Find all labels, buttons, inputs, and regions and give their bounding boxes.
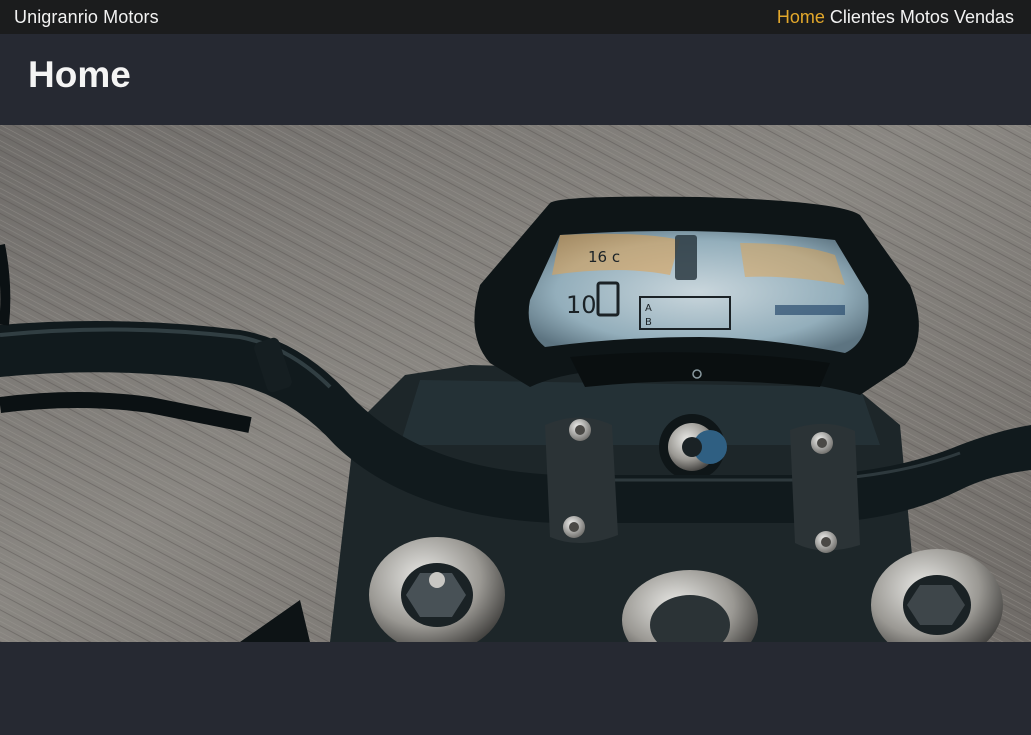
hero-image: 10 16 c A B xyxy=(0,125,1031,642)
motorcycle-handlebar-illustration: 10 16 c A B xyxy=(0,125,1031,642)
nav-link-vendas[interactable]: Vendas xyxy=(954,7,1014,28)
page-header: Home xyxy=(0,34,1031,125)
page-title: Home xyxy=(28,54,131,95)
nav-link-motos[interactable]: Motos xyxy=(900,7,949,28)
top-navbar: Unigranrio Motors Home Clientes Motos Ve… xyxy=(0,0,1031,34)
brand-link[interactable]: Unigranrio Motors xyxy=(14,7,159,28)
dash-trip-a: A xyxy=(645,303,652,314)
nav-link-home[interactable]: Home xyxy=(777,7,825,28)
dash-speed: 10 xyxy=(566,291,597,319)
dash-temperature: 16 c xyxy=(588,248,620,266)
page-footer-area xyxy=(0,642,1031,735)
nav-link-clientes[interactable]: Clientes xyxy=(830,7,895,28)
dash-trip-b: B xyxy=(645,317,652,328)
nav-links: Home Clientes Motos Vendas xyxy=(777,7,1014,28)
